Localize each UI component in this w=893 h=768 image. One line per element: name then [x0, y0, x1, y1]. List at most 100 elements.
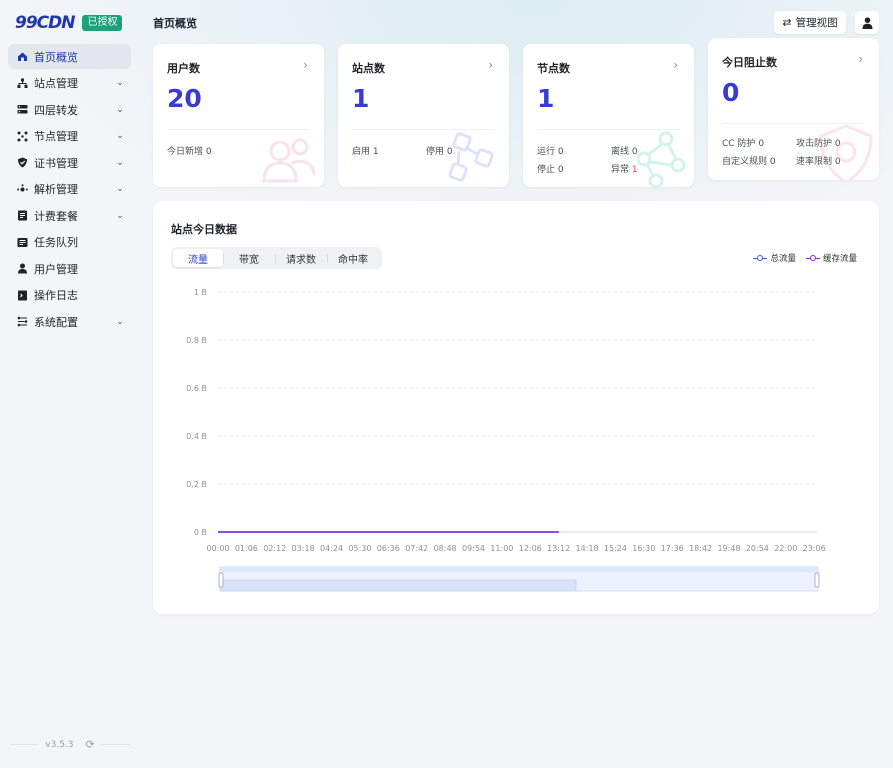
stopped-value: 0: [557, 165, 564, 175]
nodes-deco-icon: [636, 131, 686, 187]
x-tick-label: 07:42: [405, 544, 428, 553]
sidebar-item-label: 操作日志: [34, 289, 78, 302]
x-tick-label: 04:24: [320, 544, 343, 553]
running-value: 0: [557, 147, 564, 157]
server-icon: [17, 104, 28, 115]
nodes-card[interactable]: 节点数 › 1 运行 0 离线 0 停止 0 异常 1: [523, 44, 694, 187]
config-icon: [17, 316, 28, 327]
sidebar-item-queue[interactable]: 任务队列: [8, 230, 131, 255]
divider: [10, 744, 40, 745]
x-tick-label: 14:18: [576, 544, 599, 553]
running-label: 运行: [537, 147, 556, 157]
enabled-label: 启用: [352, 147, 371, 157]
x-tick-label: 19:48: [717, 544, 740, 553]
sidebar-item-sitemap[interactable]: 站点管理 ⌄: [8, 71, 131, 96]
logo[interactable]: 99CDN 已授权: [15, 13, 123, 33]
sidebar-item-user[interactable]: 用户管理: [8, 256, 131, 281]
queue-icon: [17, 237, 28, 248]
sidebar-item-label: 计费套餐: [34, 209, 78, 223]
x-tick-label: 12:06: [519, 544, 542, 553]
y-tick-label: 0.6 B: [186, 384, 207, 393]
chevron-right-icon[interactable]: ›: [488, 58, 493, 72]
sidebar-item-shield[interactable]: 证书管理 ⌄: [8, 150, 131, 175]
stopped-label: 停止: [537, 165, 556, 175]
divider: [100, 744, 131, 745]
refresh-icon[interactable]: ⟳: [86, 738, 95, 751]
sidebar-item-label: 节点管理: [34, 130, 78, 143]
sidebar-nav: 首页概览 站点管理 ⌄ 四层转发 ⌄ 节点管理 ⌄ 证书管理 ⌄ 解析管理 ⌄ 计费套餐 ⌄ 任务队列 用户…: [8, 44, 131, 336]
shield-deco-icon: [819, 124, 873, 180]
manage-view-button[interactable]: ⇄ 管理视图: [774, 11, 846, 34]
license-badge: 已授权: [82, 15, 123, 31]
new-today-label: 今日新增: [167, 147, 204, 157]
switch-icon: ⇄: [782, 16, 792, 29]
shield-icon: [17, 157, 28, 168]
y-tick-label: 0.2 B: [186, 480, 207, 489]
sidebar-item-server[interactable]: 四层转发 ⌄: [8, 97, 131, 122]
x-tick-label: 23:06: [803, 544, 826, 553]
sidebar-item-label: 系统配置: [34, 315, 78, 329]
users-deco-icon: [262, 138, 316, 183]
chevron-down-icon: ⌄: [116, 131, 124, 141]
sites-enabled: 启用 1: [352, 144, 379, 157]
log-icon: [17, 290, 28, 301]
y-tick-label: 0.8 B: [186, 336, 207, 345]
cc-label: CC 防护: [722, 139, 756, 149]
user-icon: [862, 16, 872, 29]
version-label: v3.5.3: [45, 739, 74, 750]
x-tick-label: 13:12: [547, 544, 570, 553]
chevron-right-icon[interactable]: ›: [303, 58, 308, 72]
zoom-top-bar[interactable]: [220, 567, 818, 572]
chevron-down-icon: ⌄: [116, 104, 124, 115]
sidebar-item-label: 证书管理: [34, 156, 78, 170]
chevron-down-icon: ⌄: [116, 210, 124, 221]
sidebar-item-dns[interactable]: 解析管理 ⌄: [8, 177, 131, 202]
manage-view-label: 管理视图: [795, 17, 838, 29]
sites-count: 1: [352, 84, 370, 113]
chevron-right-icon[interactable]: ›: [673, 58, 678, 72]
x-tick-label: 17:36: [661, 544, 684, 553]
dns-icon: [17, 183, 28, 195]
sidebar-item-home[interactable]: 首页概览: [8, 44, 131, 69]
zoom-data-preview: [220, 579, 577, 592]
sitemap-icon: [17, 78, 28, 89]
y-tick-label: 1 B: [194, 288, 207, 297]
sites-card[interactable]: 站点数 › 1 启用 1 停用 0: [338, 44, 509, 187]
custom-value: 0: [769, 157, 776, 167]
card-title: 用户数: [167, 62, 200, 75]
sidebar-item-config[interactable]: 系统配置 ⌄: [8, 309, 131, 334]
zoom-handle-left[interactable]: [218, 572, 224, 588]
users-count: 20: [167, 84, 202, 113]
card-title: 今日阻止数: [722, 56, 777, 69]
sidebar-item-label: 任务队列: [34, 236, 78, 249]
users-new-today: 今日新增 0: [167, 144, 212, 157]
sidebar-item-label: 用户管理: [34, 262, 78, 276]
chevron-down-icon: ⌄: [116, 78, 124, 88]
y-tick-label: 0 B: [194, 528, 207, 537]
zoom-handle-right[interactable]: [814, 572, 820, 588]
sidebar-item-billing[interactable]: 计费套餐 ⌄: [8, 203, 131, 228]
card-title: 节点数: [537, 62, 570, 75]
sidebar-item-label: 解析管理: [34, 183, 78, 196]
user-menu-button[interactable]: [855, 11, 879, 34]
x-tick-label: 06:36: [377, 544, 400, 553]
users-card[interactable]: 用户数 › 20 今日新增 0: [153, 44, 324, 187]
card-title: 站点数: [352, 62, 385, 75]
sidebar-item-nodes[interactable]: 节点管理 ⌄: [8, 124, 131, 149]
nodes-running: 运行 0: [537, 144, 564, 157]
chevron-right-icon[interactable]: ›: [858, 52, 863, 66]
x-tick-label: 20:54: [746, 544, 769, 553]
blocked-cc: CC 防护 0: [722, 136, 764, 149]
home-icon: [17, 51, 28, 62]
chevron-down-icon: ⌄: [116, 157, 124, 168]
user-icon: [17, 263, 28, 274]
x-tick-label: 11:00: [490, 544, 513, 553]
page-title: 首页概览: [153, 17, 197, 30]
x-tick-label: 02:12: [263, 544, 286, 553]
x-tick-label: 18:42: [689, 544, 712, 553]
blocked-card[interactable]: 今日阻止数 › 0 CC 防护 0 攻击防护 0 自定义规则 0 速率限制 0: [708, 38, 879, 180]
site-today-panel: 站点今日数据 流量 带宽 请求数 命中率 总流量 缓存流量 0 B 0.2 B 0.4 B…: [153, 201, 879, 614]
y-tick-label: 0.4 B: [186, 432, 207, 441]
logo-text: 99CDN: [15, 13, 75, 33]
sidebar-item-log[interactable]: 操作日志: [8, 283, 131, 308]
